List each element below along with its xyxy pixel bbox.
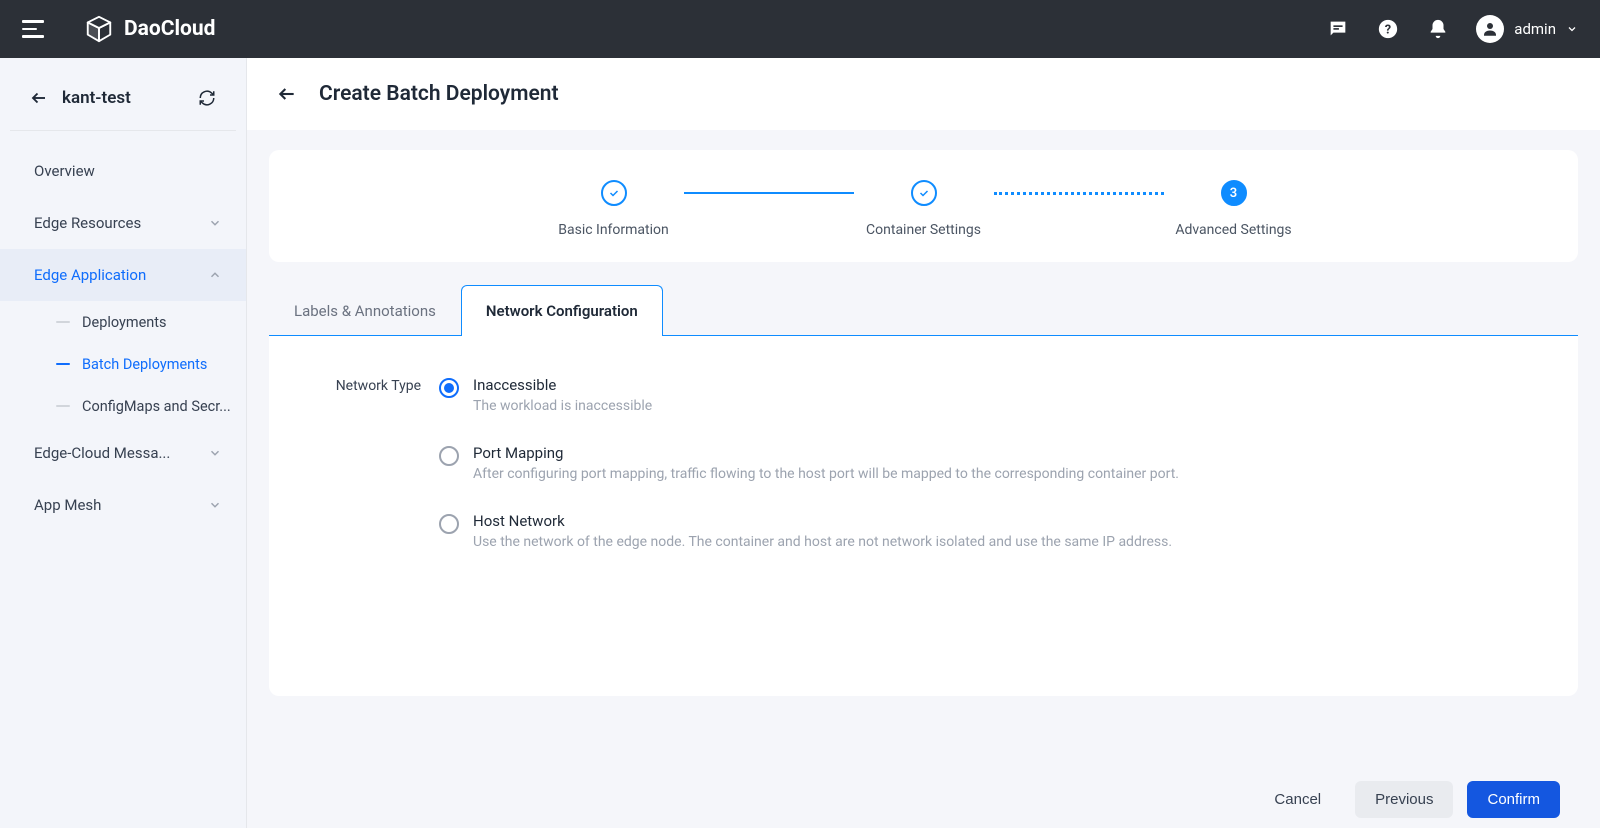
sidebar-sub-label: Deployments bbox=[82, 314, 167, 331]
tabs: Labels & Annotations Network Configurati… bbox=[269, 284, 1578, 336]
radio-desc: Use the network of the edge node. The co… bbox=[473, 534, 1172, 550]
sidebar-item-app-mesh[interactable]: App Mesh bbox=[0, 479, 246, 531]
check-icon bbox=[911, 180, 937, 206]
radio-icon bbox=[439, 378, 459, 398]
stepper: Basic Information Container Settings 3 A… bbox=[269, 180, 1578, 238]
sidebar-sub-batch-deployments[interactable]: Batch Deployments bbox=[0, 343, 246, 385]
page-back-icon[interactable] bbox=[277, 84, 297, 104]
radio-title: Host Network bbox=[473, 512, 1172, 530]
dash-icon bbox=[56, 363, 70, 365]
user-name: admin bbox=[1514, 20, 1556, 38]
previous-button[interactable]: Previous bbox=[1355, 781, 1453, 818]
workspace-selector: kant-test bbox=[10, 78, 236, 131]
topbar: DaoCloud ? admin bbox=[0, 0, 1600, 58]
step-basic-information[interactable]: Basic Information bbox=[514, 180, 714, 238]
stepper-card: Basic Information Container Settings 3 A… bbox=[269, 150, 1578, 262]
refresh-icon[interactable] bbox=[198, 89, 216, 107]
sidebar-nav: Overview Edge Resources Edge Application… bbox=[0, 131, 246, 531]
workspace-back-icon[interactable] bbox=[30, 89, 48, 107]
sidebar-item-edge-application[interactable]: Edge Application bbox=[0, 249, 246, 301]
check-icon bbox=[601, 180, 627, 206]
dash-icon bbox=[56, 405, 70, 407]
user-menu[interactable]: admin bbox=[1476, 15, 1578, 43]
page-title: Create Batch Deployment bbox=[319, 82, 559, 106]
radio-port-mapping[interactable]: Port Mapping After configuring port mapp… bbox=[439, 444, 1528, 482]
radio-icon bbox=[439, 446, 459, 466]
chevron-down-icon bbox=[208, 446, 222, 460]
radio-icon bbox=[439, 514, 459, 534]
chevron-down-icon bbox=[1566, 23, 1578, 35]
main: Create Batch Deployment Basic Informatio… bbox=[247, 58, 1600, 828]
radio-title: Inaccessible bbox=[473, 376, 652, 394]
network-type-label: Network Type bbox=[319, 376, 439, 394]
radio-host-network[interactable]: Host Network Use the network of the edge… bbox=[439, 512, 1528, 550]
brand-name: DaoCloud bbox=[124, 17, 215, 41]
step-container-settings[interactable]: Container Settings bbox=[824, 180, 1024, 238]
step-label: Basic Information bbox=[558, 222, 669, 238]
hamburger-menu-icon[interactable] bbox=[22, 20, 44, 38]
step-advanced-settings[interactable]: 3 Advanced Settings bbox=[1134, 180, 1334, 238]
sidebar-subnav-edge-application: Deployments Batch Deployments ConfigMaps… bbox=[0, 301, 246, 427]
svg-text:?: ? bbox=[1385, 23, 1391, 38]
form-row-network-type: Network Type Inaccessible The workload i… bbox=[319, 376, 1528, 550]
confirm-button[interactable]: Confirm bbox=[1467, 781, 1560, 818]
tab-labels-annotations[interactable]: Labels & Annotations bbox=[269, 285, 461, 336]
bell-icon[interactable] bbox=[1426, 17, 1450, 41]
help-icon[interactable]: ? bbox=[1376, 17, 1400, 41]
chat-icon[interactable] bbox=[1326, 17, 1350, 41]
brand-logo[interactable]: DaoCloud bbox=[84, 14, 215, 44]
tab-network-configuration[interactable]: Network Configuration bbox=[461, 285, 663, 336]
cancel-button[interactable]: Cancel bbox=[1254, 781, 1341, 818]
chevron-down-icon bbox=[208, 216, 222, 230]
avatar-icon bbox=[1476, 15, 1504, 43]
sidebar-sub-label: Batch Deployments bbox=[82, 356, 207, 373]
radio-desc: After configuring port mapping, traffic … bbox=[473, 466, 1179, 482]
sidebar-item-overview[interactable]: Overview bbox=[0, 145, 246, 197]
radio-inaccessible[interactable]: Inaccessible The workload is inaccessibl… bbox=[439, 376, 1528, 414]
dash-icon bbox=[56, 321, 70, 323]
tab-panel-network: Network Type Inaccessible The workload i… bbox=[269, 336, 1578, 696]
sidebar-sub-deployments[interactable]: Deployments bbox=[0, 301, 246, 343]
step-label: Advanced Settings bbox=[1175, 222, 1291, 238]
sidebar-sub-configmaps[interactable]: ConfigMaps and Secr... bbox=[0, 385, 246, 427]
sidebar: kant-test Overview Edge Resources Edge A… bbox=[0, 58, 247, 828]
chevron-down-icon bbox=[208, 498, 222, 512]
sidebar-item-label: Overview bbox=[34, 162, 95, 180]
sidebar-sub-label: ConfigMaps and Secr... bbox=[82, 398, 231, 415]
sidebar-item-label: App Mesh bbox=[34, 496, 101, 514]
sidebar-item-edge-resources[interactable]: Edge Resources bbox=[0, 197, 246, 249]
cube-icon bbox=[84, 14, 114, 44]
footer-actions: Cancel Previous Confirm bbox=[1254, 781, 1560, 818]
radio-desc: The workload is inaccessible bbox=[473, 398, 652, 414]
page-header: Create Batch Deployment bbox=[247, 58, 1600, 130]
chevron-up-icon bbox=[208, 268, 222, 282]
step-label: Container Settings bbox=[866, 222, 981, 238]
network-type-options: Inaccessible The workload is inaccessibl… bbox=[439, 376, 1528, 550]
radio-title: Port Mapping bbox=[473, 444, 1179, 462]
sidebar-item-label: Edge Resources bbox=[34, 214, 141, 232]
sidebar-item-edge-cloud[interactable]: Edge-Cloud Messa... bbox=[0, 427, 246, 479]
sidebar-item-label: Edge Application bbox=[34, 266, 146, 284]
workspace-title: kant-test bbox=[62, 88, 198, 108]
step-number: 3 bbox=[1221, 180, 1247, 206]
sidebar-item-label: Edge-Cloud Messa... bbox=[34, 444, 170, 462]
